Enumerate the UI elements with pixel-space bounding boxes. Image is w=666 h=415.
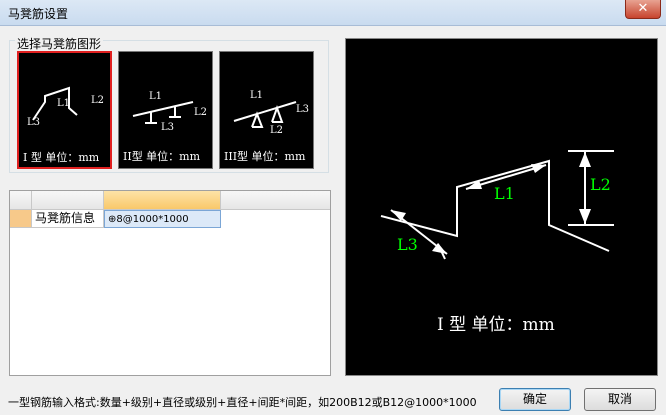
type3-label-l2: L2 [270, 125, 283, 136]
type2-label-l2: L2 [194, 107, 207, 118]
shape-option-type-2[interactable]: L1 L2 L3 II型 单位：mm [118, 51, 213, 169]
type1-label-l1: L1 [57, 98, 70, 109]
preview-caption: I 型 单位：mm [437, 315, 555, 335]
grid-header-value-col [104, 191, 221, 210]
input-format-hint: 一型钢筋输入格式:数量+级别+直径或级别+直径+间距*间距，如200B12或B1… [8, 396, 477, 409]
grid-row-indicator [10, 210, 32, 228]
property-grid: 马凳筋信息 ⊕8@1000*1000 [9, 190, 331, 376]
grid-row-name: 马凳筋信息 [32, 210, 104, 228]
type1-label-l3: L3 [27, 117, 40, 128]
grid-header-corner [10, 191, 32, 210]
preview-drawing: L1 L2 L3 I 型 单位：mm [380, 150, 614, 335]
type3-label-l3: L3 [296, 104, 309, 115]
preview-label-l3: L3 [397, 235, 418, 254]
window-title: 马凳筋设置 [8, 7, 69, 21]
title-bar: 马凳筋设置 ✕ [0, 0, 666, 26]
grid-row-value[interactable]: ⊕8@1000*1000 [104, 210, 221, 228]
close-icon: ✕ [637, 1, 649, 16]
type1-caption: I 型 单位：mm [23, 151, 100, 164]
type1-label-l2: L2 [91, 95, 104, 106]
ok-button[interactable]: 确定 [499, 388, 571, 411]
type2-label-l1: L1 [149, 91, 162, 102]
type3-label-l1: L1 [250, 90, 263, 101]
shape-group-label: 选择马凳筋图形 [15, 35, 104, 52]
type2-label-l3: L3 [161, 122, 174, 133]
preview-label-l1: L1 [494, 184, 515, 203]
type3-caption: III型 单位：mm [224, 150, 306, 163]
type2-caption: II型 单位：mm [123, 150, 201, 163]
shape-option-type-3[interactable]: L1 L3 L2 III型 单位：mm [219, 51, 314, 169]
close-button[interactable]: ✕ [625, 0, 661, 19]
shape-preview: L1 L2 L3 I 型 单位：mm [345, 38, 658, 376]
preview-label-l2: L2 [590, 175, 611, 194]
cancel-button[interactable]: 取消 [584, 388, 656, 411]
grid-header-name-col [32, 191, 104, 210]
shape-option-type-1[interactable]: L1 L2 L3 I 型 单位：mm [17, 51, 112, 169]
